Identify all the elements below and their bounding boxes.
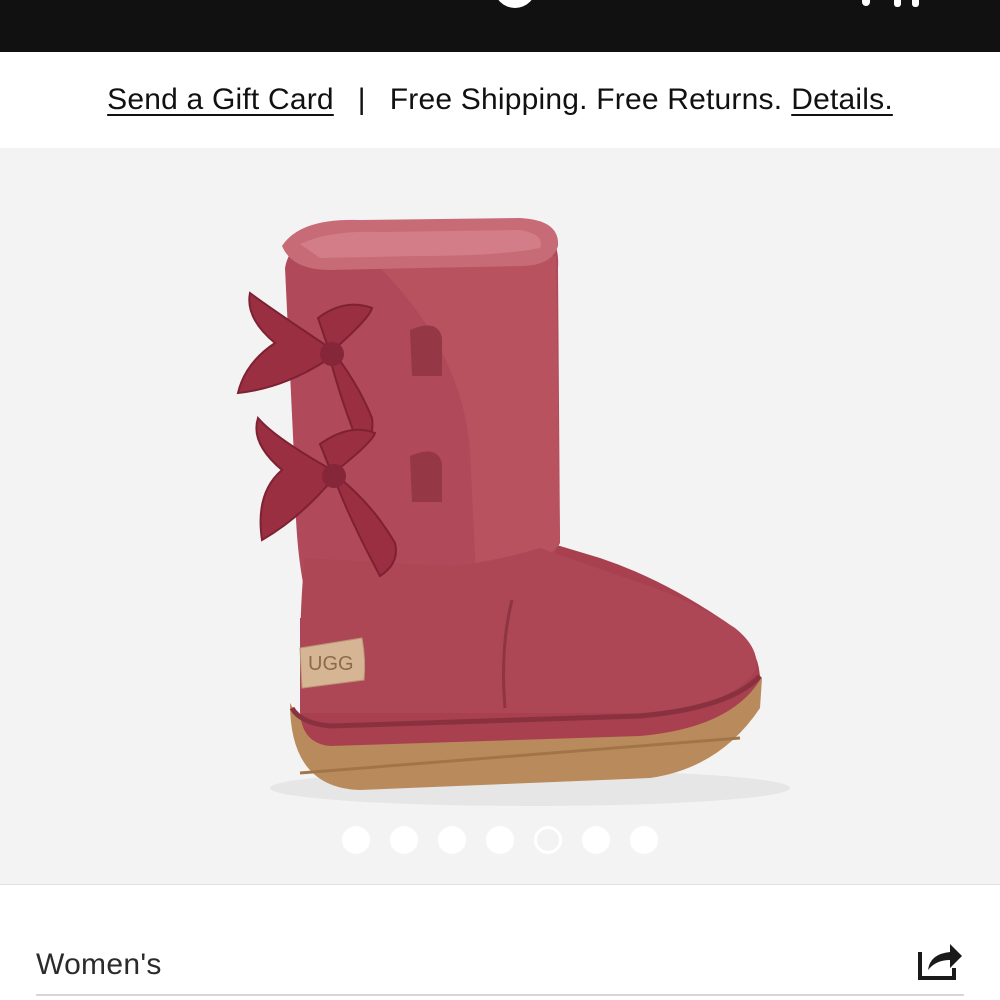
site-header [0,0,1000,52]
share-button[interactable] [914,938,968,984]
carousel-dot-1[interactable] [342,826,370,854]
account-icon[interactable] [862,0,870,6]
carousel-dot-2[interactable] [390,826,418,854]
section-divider [0,884,1000,885]
bottom-divider [36,994,964,996]
shipping-message: Free Shipping. Free Returns. [389,83,783,116]
carousel-dot-7[interactable] [630,826,658,854]
product-image: UGG [236,218,790,806]
brand-logo[interactable] [494,0,536,8]
carousel-dot-3[interactable] [438,826,466,854]
promo-banner: Send a Gift Card | Free Shipping. Free R… [0,52,1000,148]
bag-handle-icon [912,0,919,7]
bag-icon[interactable] [894,0,901,7]
promo-separator: | [357,83,366,116]
carousel-dot-4[interactable] [486,826,514,854]
details-link[interactable]: Details. [791,83,893,117]
gift-card-link[interactable]: Send a Gift Card [107,83,334,117]
share-icon [918,944,962,980]
carousel-pagination [0,822,1000,858]
carousel-dot-5-active[interactable] [534,826,562,854]
product-image-gallery[interactable]: UGG [0,148,1000,884]
brand-tag-label: UGG [308,653,354,675]
product-category: Women's [36,948,162,981]
carousel-dot-6[interactable] [582,826,610,854]
